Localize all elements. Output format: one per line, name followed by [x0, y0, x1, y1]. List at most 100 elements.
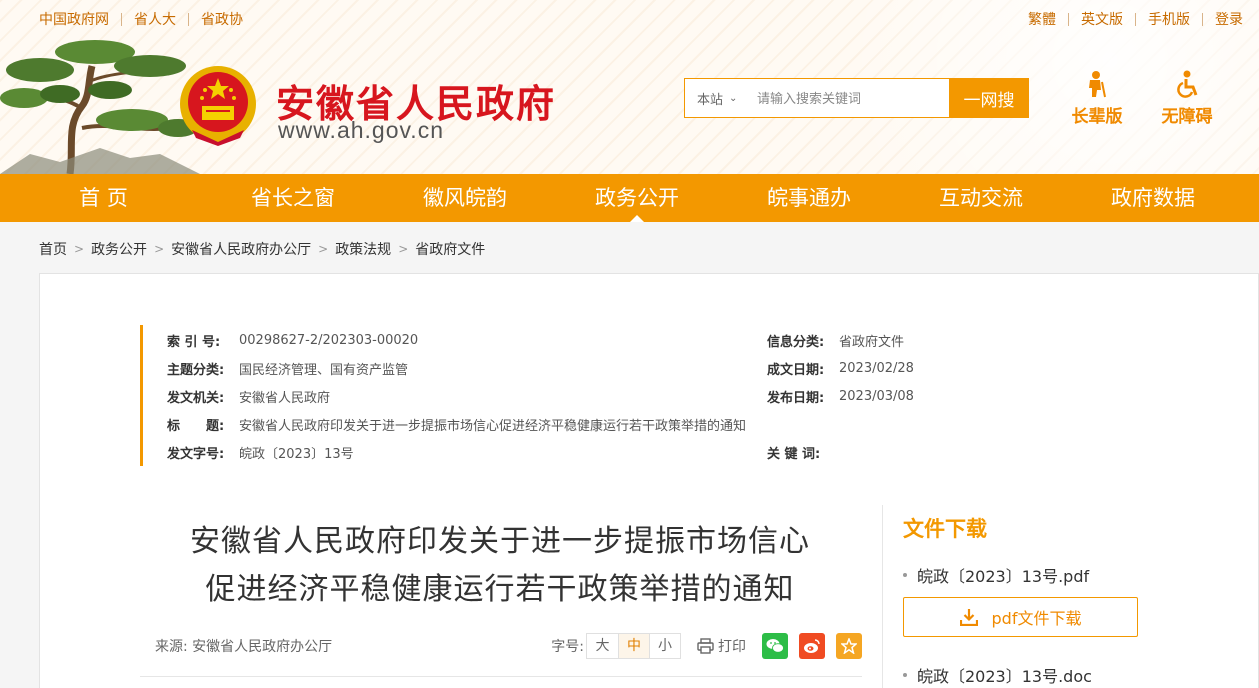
wechat-icon	[766, 639, 784, 653]
chevron-down-icon: ⌄	[729, 92, 738, 104]
divider	[121, 12, 122, 26]
meta-key: 信息分类:	[767, 334, 825, 350]
download-icon	[959, 609, 978, 626]
meta-value: 2023/03/08	[839, 388, 914, 404]
divider	[1135, 12, 1136, 26]
meta-key: 成文日期:	[767, 362, 825, 378]
article-title-line-2: 促进经济平稳健康运行若干政策举措的通知	[205, 572, 795, 607]
meta-doc-no: 发文字号: 皖政〔2023〕13号	[143, 442, 354, 462]
meta-key: 索 引 号:	[167, 334, 221, 350]
divider	[1202, 12, 1203, 26]
weibo-icon	[804, 639, 820, 653]
pdf-download-button[interactable]: pdf文件下载	[903, 597, 1138, 637]
meta-key: 发文机关:	[167, 390, 225, 406]
breadcrumb: 首页 > 政务公开 > 安徽省人民政府办公厅 > 政策法规 > 省政府文件	[39, 239, 485, 259]
search-box: 本站 ⌄ 一网搜	[684, 78, 1029, 118]
breadcrumb-home[interactable]: 首页	[39, 239, 67, 259]
nav-government-affairs[interactable]: 政务公开	[551, 174, 723, 222]
meta-key: 发布日期:	[767, 390, 825, 406]
meta-title: 标 题: 安徽省人民政府印发关于进一步提振市场信心促进经济平稳健康运行若干政策举…	[143, 414, 746, 434]
file-item-doc[interactable]: 皖政〔2023〕13号.doc	[903, 663, 1092, 687]
meta-key: 发文字号:	[167, 446, 225, 462]
star-icon	[841, 638, 857, 654]
font-size-small[interactable]: 小	[649, 634, 680, 658]
font-size-label: 字号:	[551, 639, 584, 655]
search-input[interactable]	[749, 90, 949, 106]
breadcrumb-government-affairs[interactable]: 政务公开	[91, 239, 147, 259]
font-size-large[interactable]: 大	[587, 634, 618, 658]
breadcrumb-general-office[interactable]: 安徽省人民政府办公厅	[171, 239, 311, 259]
bullet-icon	[903, 573, 907, 577]
link-login[interactable]: 登录	[1215, 9, 1243, 29]
divider	[140, 676, 862, 677]
document-metadata: 索 引 号: 00298627-2/202303-00020 主题分类: 国民经…	[140, 325, 914, 466]
link-traditional-chinese[interactable]: 繁體	[1028, 9, 1056, 29]
elder-mode-label: 长辈版	[1071, 107, 1123, 127]
meta-value: 安徽省人民政府	[239, 390, 331, 406]
nav-services[interactable]: 皖事通办	[723, 174, 895, 222]
file-item-pdf[interactable]: 皖政〔2023〕13号.pdf	[903, 563, 1089, 587]
meta-info-category: 信息分类: 省政府文件	[767, 330, 904, 350]
search-scope-label: 本站	[697, 92, 724, 108]
file-name: 皖政〔2023〕13号.pdf	[917, 567, 1090, 586]
top-bar: 中国政府网 省人大 省政协 繁體 英文版 手机版 登录	[0, 0, 1259, 34]
top-links-left: 中国政府网 省人大 省政协	[39, 9, 243, 29]
font-size-options: 大 中 小	[586, 633, 681, 659]
file-download-panel: 文件下载 皖政〔2023〕13号.pdf pdf文件下载 皖政〔2023〕13号…	[882, 505, 1162, 688]
search-scope-select[interactable]: 本站 ⌄	[685, 89, 749, 108]
chevron-right-icon: >	[154, 242, 165, 256]
national-emblem-icon	[180, 66, 256, 146]
elder-icon	[1089, 71, 1106, 98]
meta-issuer: 发文机关: 安徽省人民政府	[143, 386, 330, 406]
accessibility-label: 无障碍	[1161, 107, 1213, 127]
file-download-title: 文件下载	[903, 517, 987, 541]
search-button[interactable]: 一网搜	[949, 78, 1029, 118]
meta-keywords: 关 键 词:	[767, 442, 839, 462]
meta-value: 2023/02/28	[839, 360, 914, 376]
nav-governor-window[interactable]: 省长之窗	[207, 174, 379, 222]
share-wechat-button[interactable]	[762, 633, 788, 659]
meta-value: 安徽省人民政府印发关于进一步提振市场信心促进经济平稳健康运行若干政策举措的通知	[239, 418, 747, 434]
font-size-control: 字号: 大 中 小	[551, 633, 681, 659]
meta-value: 国民经济管理、国有资产监管	[239, 362, 409, 378]
nav-interaction[interactable]: 互动交流	[895, 174, 1067, 222]
link-mobile[interactable]: 手机版	[1148, 9, 1190, 29]
article-title-line-1: 安徽省人民政府印发关于进一步提振市场信心	[190, 524, 810, 559]
breadcrumb-policies[interactable]: 政策法规	[335, 239, 391, 259]
add-favorite-button[interactable]	[836, 633, 862, 659]
bullet-icon	[903, 673, 907, 677]
meta-value: 00298627-2/202303-00020	[239, 332, 419, 348]
nav-anhui-culture[interactable]: 徽风皖韵	[379, 174, 551, 222]
pine-tree-illustration	[0, 40, 200, 174]
meta-value: 省政府文件	[839, 334, 905, 350]
print-label: 打印	[718, 639, 746, 655]
meta-key: 标 题:	[167, 418, 225, 434]
font-size-medium[interactable]: 中	[618, 634, 649, 658]
elder-mode-button[interactable]: 长辈版	[1062, 70, 1132, 127]
chevron-right-icon: >	[318, 242, 329, 256]
link-provincial-congress[interactable]: 省人大	[134, 9, 176, 29]
meta-publish-date: 发布日期: 2023/03/08	[767, 386, 914, 406]
meta-index-no: 索 引 号: 00298627-2/202303-00020	[143, 330, 418, 350]
article-toolbar: 来源: 安徽省人民政府办公厅 字号: 大 中 小 打印	[140, 628, 862, 664]
accessibility-button[interactable]: 无障碍	[1152, 70, 1222, 127]
wheelchair-icon	[1177, 70, 1198, 98]
share-weibo-button[interactable]	[799, 633, 825, 659]
meta-value: 皖政〔2023〕13号	[239, 446, 354, 462]
main-nav: 首 页 省长之窗 徽风皖韵 政务公开 皖事通办 互动交流 政府数据	[0, 174, 1259, 222]
meta-topic: 主题分类: 国民经济管理、国有资产监管	[143, 358, 408, 378]
print-button[interactable]: 打印	[697, 636, 746, 656]
printer-icon	[697, 638, 714, 654]
link-provincial-cppcc[interactable]: 省政协	[201, 9, 243, 29]
breadcrumb-provincial-documents[interactable]: 省政府文件	[415, 239, 485, 259]
pdf-download-label: pdf文件下载	[991, 609, 1082, 628]
site-url: www.ah.gov.cn	[278, 117, 444, 143]
link-gov-cn[interactable]: 中国政府网	[39, 9, 109, 29]
meta-key: 关 键 词:	[767, 446, 821, 462]
divider	[188, 12, 189, 26]
nav-home[interactable]: 首 页	[0, 174, 207, 222]
meta-key: 主题分类:	[167, 362, 225, 378]
article-title: 安徽省人民政府印发关于进一步提振市场信心 促进经济平稳健康运行若干政策举措的通知	[140, 518, 860, 614]
link-english[interactable]: 英文版	[1081, 9, 1123, 29]
nav-government-data[interactable]: 政府数据	[1067, 174, 1239, 222]
